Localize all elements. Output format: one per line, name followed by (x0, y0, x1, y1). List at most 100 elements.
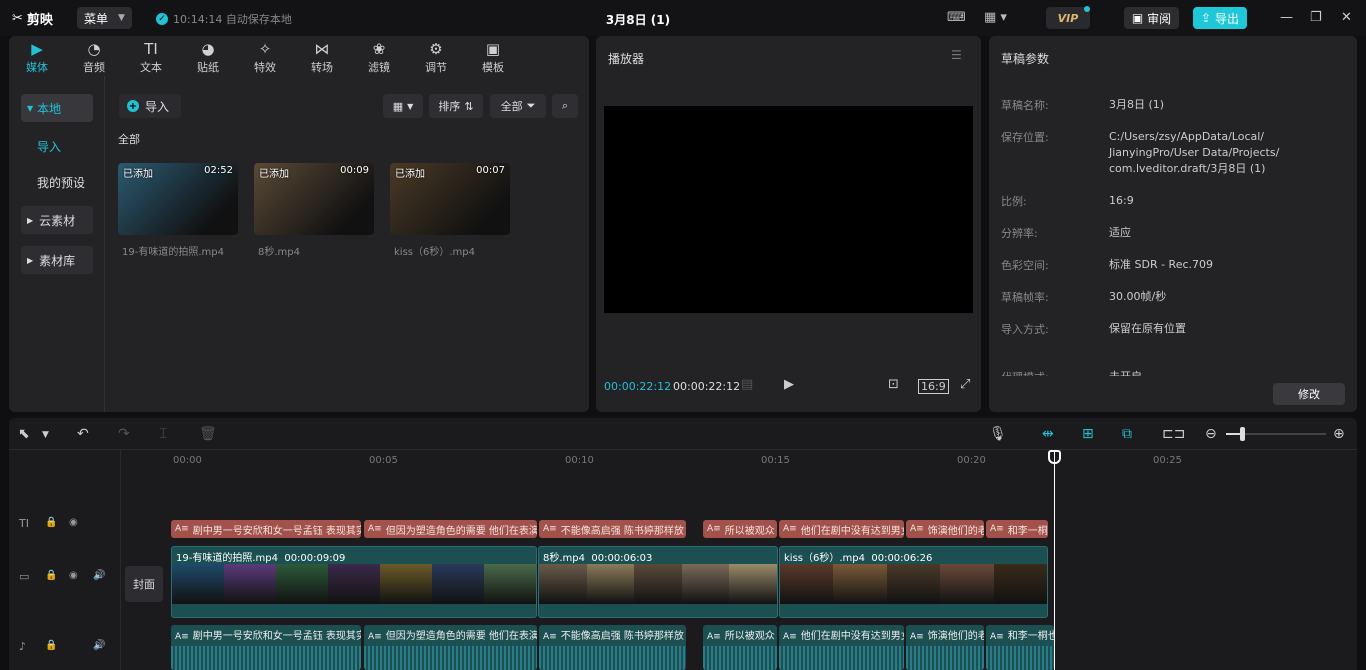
sidebar-item-import[interactable]: 导入 (21, 132, 93, 160)
tab-1[interactable]: ◔ 音频 (70, 39, 118, 75)
tab-0[interactable]: ▶ 媒体 (13, 39, 61, 75)
audio-clip[interactable]: A≡ 不能像高启强 陈书婷那样放 (539, 625, 686, 670)
caption-clip[interactable]: A≡ 剧中男一号安欣和女一号孟钰 表现其实 (171, 520, 361, 538)
preview-axis-icon[interactable]: ⊏⊐ (1162, 426, 1185, 442)
caption-clip[interactable]: A≡ 所以被观众 (703, 520, 777, 538)
speaker-icon[interactable]: 🔊 (93, 640, 105, 651)
search-button[interactable]: ⌕ (552, 94, 578, 118)
ruler-tick: 00:15 (761, 455, 790, 466)
sidebar-item-library[interactable]: ▶ 素材库 (21, 246, 93, 274)
zoom-slider-handle[interactable] (1240, 427, 1245, 441)
playhead-line[interactable] (1054, 450, 1055, 670)
delete-icon[interactable]: 🗑 (199, 426, 217, 442)
media-filename: kiss（6秒）.mp4 (394, 247, 475, 258)
sort-button[interactable]: 排序 ⇅ (429, 94, 483, 118)
audio-clip-text: 他们在剧中没有达到男女 (800, 631, 904, 642)
export-button[interactable]: ⇪ 导出 (1193, 7, 1247, 29)
added-badge: 已添加 (395, 169, 425, 180)
undo-icon[interactable]: ↶ (77, 426, 89, 442)
video-clip[interactable]: 8秒.mp4 00:00:06:03 (538, 546, 778, 618)
sidebar-item-presets[interactable]: 我的预设 (21, 168, 93, 196)
split-icon[interactable]: ⌶ (159, 426, 167, 442)
sidebar-item-cloud[interactable]: ▶ 云素材 (21, 206, 93, 234)
ratio-button[interactable]: 16:9 (918, 379, 949, 394)
zoom-out-icon[interactable]: ⊖ (1205, 426, 1217, 442)
layout-icon[interactable]: ▦ ▾ (984, 10, 1007, 25)
media-icon: ▶ (31, 40, 43, 58)
tab-5[interactable]: ⋈ 转场 (298, 39, 346, 75)
lock-icon[interactable]: 🔒 (45, 517, 57, 528)
eye-icon[interactable]: ◉ (69, 517, 78, 528)
fullscreen-icon[interactable]: ⤢ (960, 377, 970, 392)
video-clip[interactable]: kiss（6秒）.mp4 00:00:06:26 (779, 546, 1048, 618)
media-thumbnail[interactable]: 已添加 02:52 (118, 163, 238, 235)
caption-clip[interactable]: A≡ 但因为塑造角色的需要 他们在表演 (364, 520, 537, 538)
microphone-icon[interactable]: 🎙 (989, 426, 1007, 442)
zoom-in-icon[interactable]: ⊕ (1333, 426, 1345, 442)
audio-clip-text: 剧中男一号安欣和女一号孟钰 表现其实 (192, 631, 361, 642)
chevron-down-icon[interactable]: ▼ (42, 430, 49, 440)
audio-clip[interactable]: A≡ 所以被观众 (703, 625, 777, 670)
play-icon[interactable]: ▶ (784, 377, 794, 392)
media-tabs: ▶ 媒体 ◔ 音频 TI 文本 ◕ 贴纸 ✧ 特效 ⋈ 转场 ❀ 滤镜 ⚙ 调节 ▣ 模板 (9, 36, 589, 76)
tab-6[interactable]: ❀ 滤镜 (355, 39, 403, 75)
track-headers: TI 🔒 ◉ ▭ 🔒 ◉ 🔊 ♪ 🔒 🔊 (9, 450, 121, 670)
audio-clip-icon: A≡ (910, 632, 924, 642)
audio-clip[interactable]: A≡ 饰演他们的老 (906, 625, 984, 670)
media-thumbnail[interactable]: 已添加 00:09 (254, 163, 374, 235)
timeline-grid-icon[interactable]: ▤ (741, 377, 753, 392)
lock-icon[interactable]: 🔒 (45, 640, 57, 651)
review-button[interactable]: ▣ 审阅 (1124, 7, 1179, 29)
tab-8[interactable]: ▣ 模板 (469, 39, 517, 75)
modify-button[interactable]: 修改 (1273, 383, 1345, 405)
caption-clip[interactable]: A≡ 他们在剧中没有达到男女 (779, 520, 904, 538)
time-ruler[interactable]: 00:00 00:05 00:10 00:15 00:20 00:25 (169, 450, 1357, 472)
video-clip[interactable]: 19-有味道的拍照.mp4 00:00:09:09 (171, 546, 537, 618)
audio-waveform (539, 646, 686, 670)
minimize-icon[interactable]: — (1280, 10, 1293, 25)
review-icon: ▣ (1131, 11, 1144, 25)
tab-4[interactable]: ✧ 特效 (241, 39, 289, 75)
draft-rows: 草稿名称: 3月8日 (1) 保存位置: C:/Users/zsy/AppData/L… (989, 36, 1357, 376)
ruler-tick: 00:05 (369, 455, 398, 466)
zoom-slider[interactable] (1226, 427, 1326, 441)
sidebar-item-local[interactable]: ▼ 本地 (21, 94, 93, 122)
view-mode-button[interactable]: ▦ ▼ (383, 94, 423, 118)
close-icon[interactable]: ✕ (1341, 10, 1352, 25)
caption-clip[interactable]: A≡ 不能像高启强 陈书婷那样放 (539, 520, 686, 538)
speaker-icon[interactable]: 🔊 (93, 570, 105, 581)
timeline-toolbar: ⬉ ▼ ↶ ↷ ⌶ 🗑 🎙 ⇹ ⊞ ⧉ ⊏⊐ ⊖ ⊕ (9, 418, 1357, 450)
review-label: 审阅 (1147, 11, 1172, 26)
audio-clip[interactable]: A≡ 和李一桐也 (986, 625, 1054, 670)
menu-icon[interactable]: ☰ (951, 48, 962, 62)
eye-icon[interactable]: ◉ (69, 570, 78, 581)
preview-screen[interactable] (604, 106, 973, 313)
audio-clip[interactable]: A≡ 但因为塑造角色的需要 他们在表演 (364, 625, 537, 670)
media-thumbnail[interactable]: 已添加 00:07 (390, 163, 510, 235)
sidebar-cloud-label: 云素材 (39, 213, 76, 228)
caption-clip[interactable]: A≡ 和李一桐 (986, 520, 1048, 538)
keyboard-icon[interactable]: ⌨ (947, 10, 966, 25)
tab-label: 模板 (482, 61, 504, 74)
media-duration: 02:52 (204, 165, 233, 176)
main-track-magnet-icon[interactable]: ⇹ (1042, 426, 1054, 442)
cover-button[interactable]: 封面 (125, 566, 163, 602)
audio-clip[interactable]: A≡ 剧中男一号安欣和女一号孟钰 表现其实 (171, 625, 361, 670)
auto-snap-icon[interactable]: ⊞ (1082, 426, 1094, 442)
maximize-icon[interactable]: ❐ (1310, 10, 1322, 25)
clip-name: kiss（6秒）.mp4 (784, 553, 865, 564)
redo-icon[interactable]: ↷ (118, 426, 130, 442)
playhead-handle[interactable] (1048, 450, 1061, 464)
fit-screen-icon[interactable]: ⊡ (888, 377, 899, 392)
select-cursor-icon[interactable]: ⬉ (18, 426, 30, 442)
linkage-icon[interactable]: ⧉ (1122, 426, 1132, 442)
audio-clip[interactable]: A≡ 他们在剧中没有达到男女 (779, 625, 904, 670)
tab-7[interactable]: ⚙ 调节 (412, 39, 460, 75)
tab-label: 滤镜 (368, 61, 390, 74)
lock-icon[interactable]: 🔒 (45, 570, 57, 581)
caption-clip[interactable]: A≡ 饰演他们的老 (906, 520, 984, 538)
import-button[interactable]: + 导入 (119, 94, 181, 118)
tab-3[interactable]: ◕ 贴纸 (184, 39, 232, 75)
filter-button[interactable]: 全部 ⏷ (490, 94, 546, 118)
tab-2[interactable]: TI 文本 (127, 39, 175, 75)
